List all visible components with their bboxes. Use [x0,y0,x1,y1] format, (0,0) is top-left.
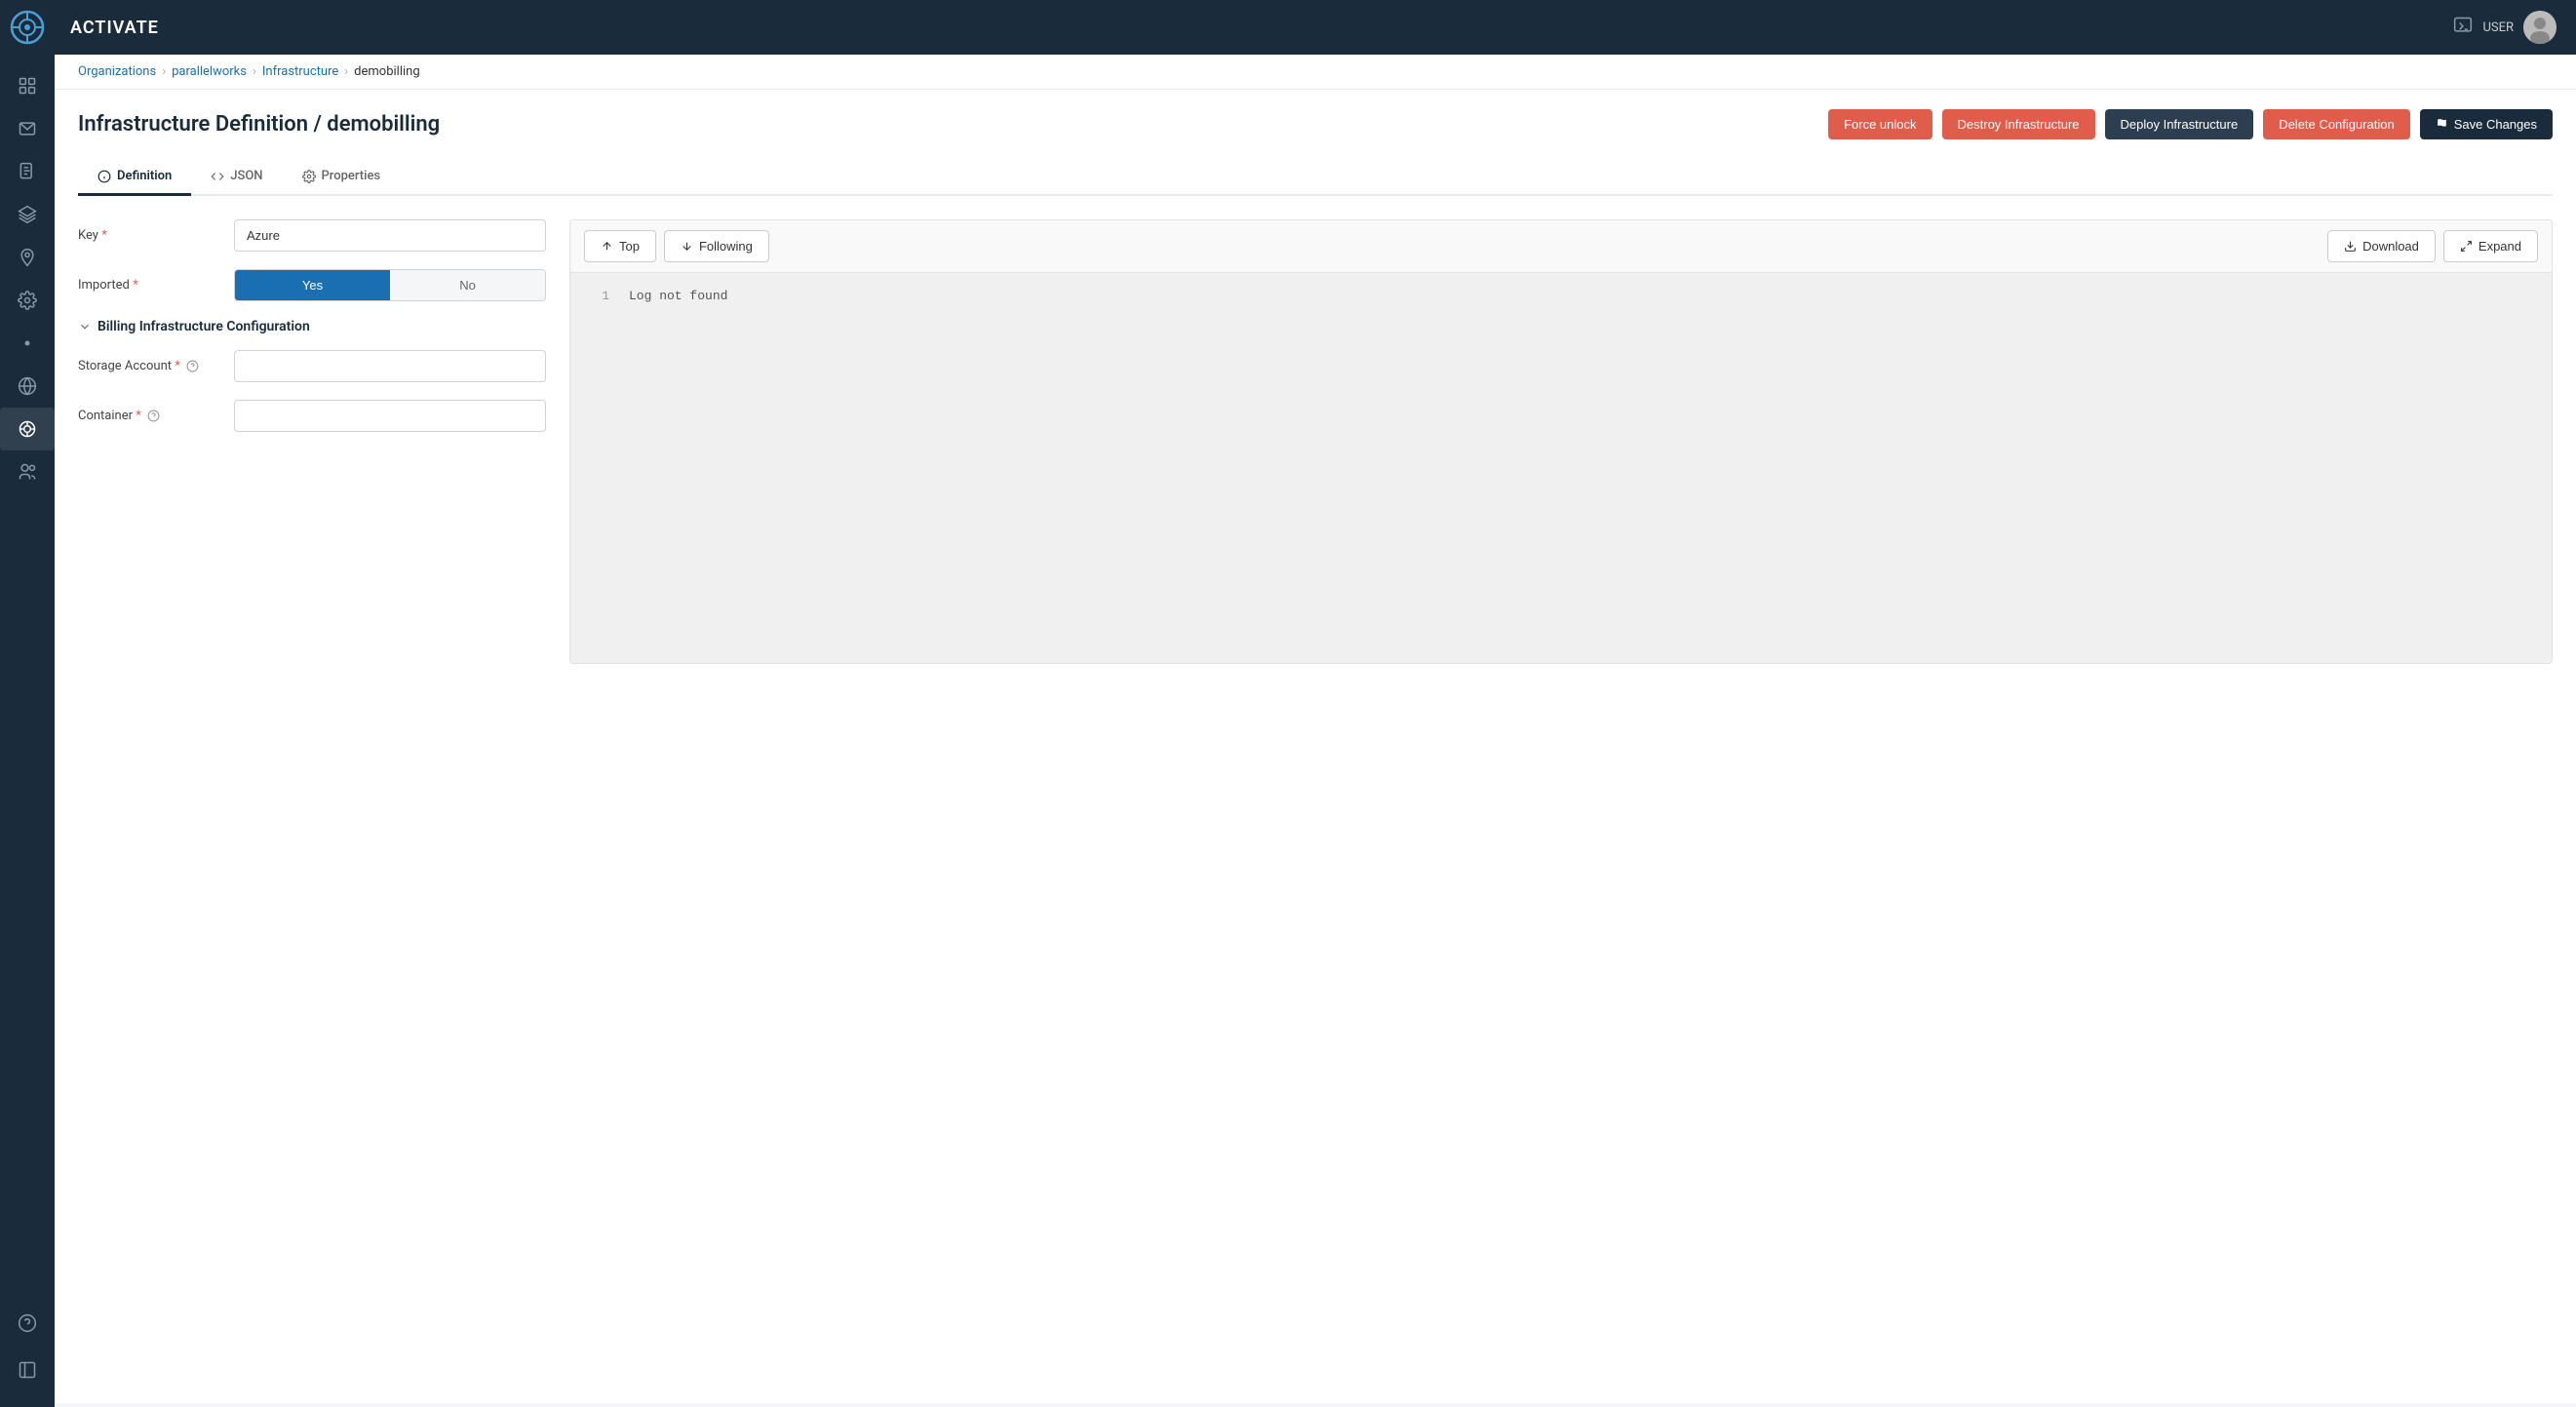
container-input[interactable] [234,400,546,432]
sidebar-nav [0,55,55,1302]
arrow-up-icon [601,240,613,253]
sidebar-item-layers[interactable] [0,193,55,236]
chevron-down-icon [78,320,92,333]
expand-icon [2460,240,2473,253]
main-area: ACTIVATE USER Organizations › parallelwo… [55,0,2576,1407]
billing-section-header[interactable]: Billing Infrastructure Configuration [78,319,546,334]
log-toolbar: Top Following Download [570,220,2552,273]
page-title: Infrastructure Definition / demobilling [78,112,440,137]
sidebar-item-team[interactable] [0,450,55,493]
storage-account-input[interactable] [234,350,546,382]
delete-configuration-button[interactable]: Delete Configuration [2263,109,2410,139]
log-line: 1 Log not found [580,287,2542,307]
download-icon [2344,240,2357,253]
breadcrumb-infrastructure[interactable]: Infrastructure [262,64,338,79]
breadcrumb-sep-2: › [253,64,256,79]
imported-form-group: Imported * Yes No [78,269,546,301]
sidebar-item-dashboard[interactable] [0,64,55,107]
sidebar-item-inbox[interactable] [0,107,55,150]
storage-required-indicator: * [175,359,180,373]
content-wrapper: Organizations › parallelworks › Infrastr… [55,55,2576,1407]
form-panel: Key * Imported * Yes No [78,219,546,664]
storage-help-icon [186,360,199,372]
log-toolbar-right: Download Expand [2327,230,2538,262]
breadcrumb-demobilling: demobilling [354,64,419,79]
toggle-yes-button[interactable]: Yes [235,270,390,300]
avatar[interactable] [2523,11,2556,44]
breadcrumb-sep-3: › [344,64,348,79]
log-line-text: Log not found [629,287,727,307]
app-brand: ACTIVATE [70,18,159,38]
app-name: ACTIVATE [70,18,159,38]
breadcrumb-parallelworks[interactable]: parallelworks [172,64,247,79]
sidebar-bottom [18,1302,37,1407]
save-changes-button[interactable]: Save Changes [2420,109,2553,139]
breadcrumb-sep-1: › [162,64,166,79]
log-line-number: 1 [580,287,609,307]
expand-button[interactable]: Expand [2443,230,2538,262]
storage-account-form-group: Storage Account * [78,350,546,382]
force-unlock-button[interactable]: Force unlock [1828,109,1932,139]
terminal-icon[interactable] [2453,16,2473,39]
imported-required-indicator: * [133,278,138,293]
sidebar-item-help[interactable] [18,1302,37,1345]
sidebar-item-globe[interactable] [0,365,55,408]
imported-toggle: Yes No [234,269,546,301]
download-button[interactable]: Download [2327,230,2436,262]
topbar-user: USER [2453,11,2556,44]
key-input[interactable] [234,219,546,252]
log-panel: Top Following Download [569,219,2553,664]
key-required-indicator: * [101,228,107,243]
tab-definition[interactable]: Definition [78,159,191,196]
log-content: 1 Log not found [570,273,2552,663]
container-help-icon [147,410,160,422]
sidebar-item-collapse[interactable] [18,1348,37,1391]
breadcrumb: Organizations › parallelworks › Infrastr… [55,55,2576,90]
key-form-group: Key * [78,219,546,252]
top-button[interactable]: Top [584,230,656,262]
toggle-no-button[interactable]: No [390,270,545,300]
topbar: ACTIVATE USER [55,0,2576,55]
code-icon [211,170,224,183]
form-log-layout: Key * Imported * Yes No [78,219,2553,664]
log-toolbar-left: Top Following [584,230,769,262]
storage-account-label: Storage Account * [78,359,234,373]
sidebar-item-docs[interactable] [0,150,55,193]
sidebar [0,0,55,1407]
gear-small-icon [302,170,316,183]
header-actions: Force unlock Destroy Infrastructure Depl… [1828,109,2553,139]
container-required-indicator: * [136,409,141,423]
breadcrumb-organizations[interactable]: Organizations [78,64,156,79]
info-icon [98,170,111,183]
sidebar-item-map[interactable] [0,236,55,279]
sidebar-item-infrastructure[interactable] [0,408,55,450]
flag-icon [2436,118,2448,131]
key-label: Key * [78,228,234,243]
arrow-down-icon [681,240,693,253]
container-form-group: Container * [78,400,546,432]
deploy-infrastructure-button[interactable]: Deploy Infrastructure [2105,109,2254,139]
logo[interactable] [0,0,55,55]
destroy-infrastructure-button[interactable]: Destroy Infrastructure [1942,109,2095,139]
page-content: Infrastructure Definition / demobilling … [55,90,2576,1403]
tab-properties[interactable]: Properties [283,159,401,196]
tab-json[interactable]: JSON [191,159,282,196]
page-header: Infrastructure Definition / demobilling … [78,109,2553,139]
tabs: Definition JSON Properties [78,159,2553,196]
username: USER [2482,20,2514,35]
sidebar-item-dot1[interactable] [0,322,55,365]
sidebar-item-settings[interactable] [0,279,55,322]
container-label: Container * [78,409,234,423]
imported-label: Imported * [78,278,234,293]
following-button[interactable]: Following [664,230,769,262]
